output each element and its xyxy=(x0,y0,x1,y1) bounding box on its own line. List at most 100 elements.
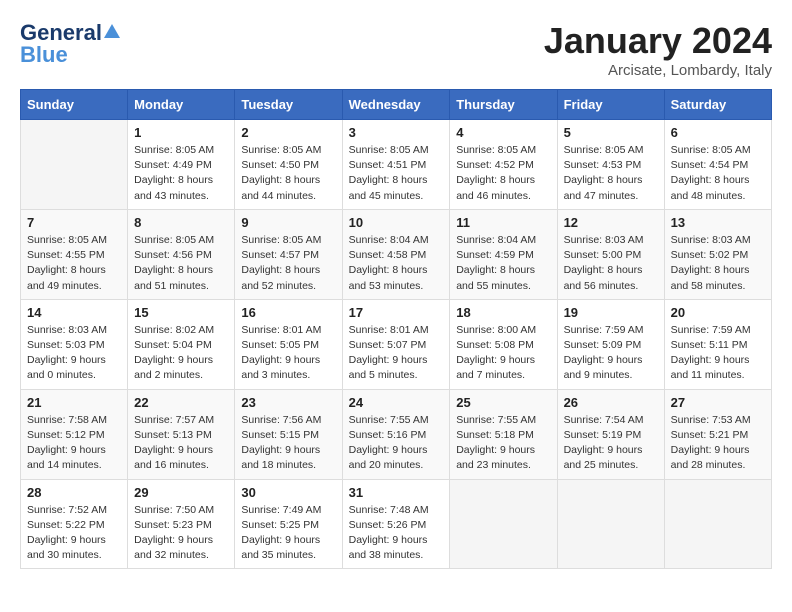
day-cell xyxy=(557,479,664,569)
day-cell: 28 Sunrise: 7:52 AMSunset: 5:22 PMDayligh… xyxy=(21,479,128,569)
day-number: 11 xyxy=(456,215,550,230)
day-number: 7 xyxy=(27,215,121,230)
logo: General Blue xyxy=(20,20,121,68)
day-cell: 5 Sunrise: 8:05 AMSunset: 4:53 PMDaylight… xyxy=(557,120,664,210)
day-info: Sunrise: 8:05 AMSunset: 4:49 PMDaylight:… xyxy=(134,143,228,204)
day-number: 23 xyxy=(241,395,335,410)
col-header-monday: Monday xyxy=(128,90,235,120)
day-number: 29 xyxy=(134,485,228,500)
day-info: Sunrise: 8:02 AMSunset: 5:04 PMDaylight:… xyxy=(134,323,228,384)
day-cell: 13 Sunrise: 8:03 AMSunset: 5:02 PMDayligh… xyxy=(664,209,771,299)
logo-icon xyxy=(103,22,121,40)
day-info: Sunrise: 7:52 AMSunset: 5:22 PMDaylight:… xyxy=(27,503,121,564)
col-header-wednesday: Wednesday xyxy=(342,90,450,120)
day-number: 27 xyxy=(671,395,765,410)
day-cell: 10 Sunrise: 8:04 AMSunset: 4:58 PMDayligh… xyxy=(342,209,450,299)
col-header-saturday: Saturday xyxy=(664,90,771,120)
day-cell xyxy=(450,479,557,569)
week-row-3: 14Sunrise: 8:03 AMSunset: 5:03 PMDayligh… xyxy=(21,299,772,389)
day-info: Sunrise: 7:59 AMSunset: 5:11 PMDaylight:… xyxy=(671,323,765,384)
day-info: Sunrise: 7:49 AMSunset: 5:25 PMDaylight:… xyxy=(241,503,335,564)
day-cell: 27Sunrise: 7:53 AMSunset: 5:21 PMDayligh… xyxy=(664,389,771,479)
day-info: Sunrise: 7:56 AMSunset: 5:15 PMDaylight:… xyxy=(241,413,335,474)
day-info: Sunrise: 8:04 AMSunset: 4:58 PMDaylight:… xyxy=(349,233,444,294)
day-number: 13 xyxy=(671,215,765,230)
day-number: 21 xyxy=(27,395,121,410)
day-number: 10 xyxy=(349,215,444,230)
day-cell: 14Sunrise: 8:03 AMSunset: 5:03 PMDayligh… xyxy=(21,299,128,389)
day-number: 6 xyxy=(671,125,765,140)
day-number: 2 xyxy=(241,125,335,140)
day-number: 30 xyxy=(241,485,335,500)
day-info: Sunrise: 8:04 AMSunset: 4:59 PMDaylight:… xyxy=(456,233,550,294)
day-number: 28 xyxy=(27,485,121,500)
day-info: Sunrise: 8:01 AMSunset: 5:07 PMDaylight:… xyxy=(349,323,444,384)
day-number: 16 xyxy=(241,305,335,320)
day-info: Sunrise: 7:48 AMSunset: 5:26 PMDaylight:… xyxy=(349,503,444,564)
day-info: Sunrise: 7:58 AMSunset: 5:12 PMDaylight:… xyxy=(27,413,121,474)
day-cell: 2 Sunrise: 8:05 AMSunset: 4:50 PMDaylight… xyxy=(235,120,342,210)
day-info: Sunrise: 8:03 AMSunset: 5:00 PMDaylight:… xyxy=(564,233,658,294)
day-cell xyxy=(664,479,771,569)
day-cell: 8Sunrise: 8:05 AMSunset: 4:56 PMDaylight… xyxy=(128,209,235,299)
day-info: Sunrise: 7:50 AMSunset: 5:23 PMDaylight:… xyxy=(134,503,228,564)
week-row-2: 7 Sunrise: 8:05 AMSunset: 4:55 PMDaylight… xyxy=(21,209,772,299)
day-number: 18 xyxy=(456,305,550,320)
day-cell: 6 Sunrise: 8:05 AMSunset: 4:54 PMDaylight… xyxy=(664,120,771,210)
day-info: Sunrise: 7:59 AMSunset: 5:09 PMDaylight:… xyxy=(564,323,658,384)
day-cell: 29 Sunrise: 7:50 AMSunset: 5:23 PMDayligh… xyxy=(128,479,235,569)
day-cell: 25Sunrise: 7:55 AMSunset: 5:18 PMDayligh… xyxy=(450,389,557,479)
day-cell: 17 Sunrise: 8:01 AMSunset: 5:07 PMDayligh… xyxy=(342,299,450,389)
day-info: Sunrise: 7:55 AMSunset: 5:16 PMDaylight:… xyxy=(349,413,444,474)
day-info: Sunrise: 7:55 AMSunset: 5:18 PMDaylight:… xyxy=(456,413,550,474)
day-cell: 20 Sunrise: 7:59 AMSunset: 5:11 PMDayligh… xyxy=(664,299,771,389)
day-info: Sunrise: 8:00 AMSunset: 5:08 PMDaylight:… xyxy=(456,323,550,384)
day-number: 19 xyxy=(564,305,658,320)
day-cell: 26Sunrise: 7:54 AMSunset: 5:19 PMDayligh… xyxy=(557,389,664,479)
day-number: 17 xyxy=(349,305,444,320)
day-cell: 9Sunrise: 8:05 AMSunset: 4:57 PMDaylight… xyxy=(235,209,342,299)
day-number: 5 xyxy=(564,125,658,140)
col-header-thursday: Thursday xyxy=(450,90,557,120)
day-cell: 23 Sunrise: 7:56 AMSunset: 5:15 PMDayligh… xyxy=(235,389,342,479)
day-number: 1 xyxy=(134,125,228,140)
day-cell: 11 Sunrise: 8:04 AMSunset: 4:59 PMDayligh… xyxy=(450,209,557,299)
day-info: Sunrise: 8:05 AMSunset: 4:51 PMDaylight:… xyxy=(349,143,444,204)
day-number: 9 xyxy=(241,215,335,230)
day-cell: 22 Sunrise: 7:57 AMSunset: 5:13 PMDayligh… xyxy=(128,389,235,479)
col-header-friday: Friday xyxy=(557,90,664,120)
day-cell: 12 Sunrise: 8:03 AMSunset: 5:00 PMDayligh… xyxy=(557,209,664,299)
day-cell: 7 Sunrise: 8:05 AMSunset: 4:55 PMDaylight… xyxy=(21,209,128,299)
page-header: General Blue January 2024 Arcisate, Lomb… xyxy=(20,20,772,79)
day-number: 31 xyxy=(349,485,444,500)
day-cell: 15 Sunrise: 8:02 AMSunset: 5:04 PMDayligh… xyxy=(128,299,235,389)
week-row-5: 28 Sunrise: 7:52 AMSunset: 5:22 PMDayligh… xyxy=(21,479,772,569)
day-info: Sunrise: 8:05 AMSunset: 4:50 PMDaylight:… xyxy=(241,143,335,204)
day-cell: 19 Sunrise: 7:59 AMSunset: 5:09 PMDayligh… xyxy=(557,299,664,389)
day-info: Sunrise: 8:05 AMSunset: 4:55 PMDaylight:… xyxy=(27,233,121,294)
day-info: Sunrise: 7:57 AMSunset: 5:13 PMDaylight:… xyxy=(134,413,228,474)
col-header-sunday: Sunday xyxy=(21,90,128,120)
logo-blue: Blue xyxy=(20,42,68,68)
day-cell: 1 Sunrise: 8:05 AMSunset: 4:49 PMDaylight… xyxy=(128,120,235,210)
day-info: Sunrise: 8:01 AMSunset: 5:05 PMDaylight:… xyxy=(241,323,335,384)
col-header-tuesday: Tuesday xyxy=(235,90,342,120)
day-number: 22 xyxy=(134,395,228,410)
week-row-1: 1 Sunrise: 8:05 AMSunset: 4:49 PMDaylight… xyxy=(21,120,772,210)
day-info: Sunrise: 8:05 AMSunset: 4:54 PMDaylight:… xyxy=(671,143,765,204)
day-cell: 30 Sunrise: 7:49 AMSunset: 5:25 PMDayligh… xyxy=(235,479,342,569)
week-row-4: 21 Sunrise: 7:58 AMSunset: 5:12 PMDayligh… xyxy=(21,389,772,479)
day-cell: 16 Sunrise: 8:01 AMSunset: 5:05 PMDayligh… xyxy=(235,299,342,389)
day-cell: 31 Sunrise: 7:48 AMSunset: 5:26 PMDayligh… xyxy=(342,479,450,569)
header-row: SundayMondayTuesdayWednesdayThursdayFrid… xyxy=(21,90,772,120)
day-info: Sunrise: 8:03 AMSunset: 5:02 PMDaylight:… xyxy=(671,233,765,294)
day-info: Sunrise: 8:05 AMSunset: 4:53 PMDaylight:… xyxy=(564,143,658,204)
day-number: 15 xyxy=(134,305,228,320)
day-number: 20 xyxy=(671,305,765,320)
calendar-table: SundayMondayTuesdayWednesdayThursdayFrid… xyxy=(20,89,772,569)
day-number: 3 xyxy=(349,125,444,140)
day-number: 12 xyxy=(564,215,658,230)
day-number: 14 xyxy=(27,305,121,320)
day-cell: 24Sunrise: 7:55 AMSunset: 5:16 PMDayligh… xyxy=(342,389,450,479)
day-cell: 4Sunrise: 8:05 AMSunset: 4:52 PMDaylight… xyxy=(450,120,557,210)
